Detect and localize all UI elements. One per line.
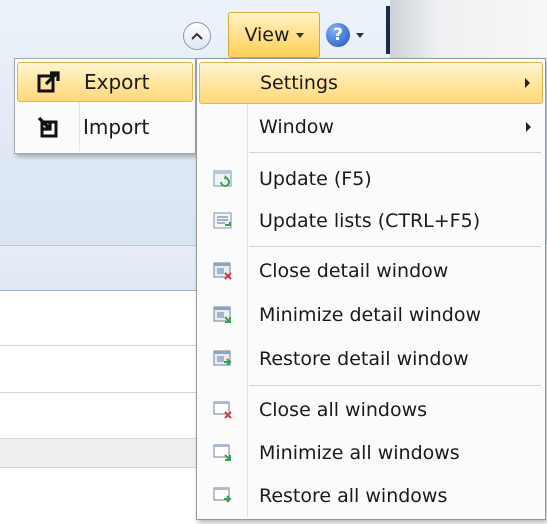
update-lists-icon: [199, 212, 247, 230]
export-icon: [18, 70, 80, 94]
menu-item-restore-all-windows[interactable]: Restore all windows: [199, 475, 543, 517]
help-icon: ?: [326, 23, 350, 47]
menu-separator: [249, 152, 541, 153]
background-toolbar-strip: [0, 245, 200, 291]
restore-detail-window-icon: [199, 350, 247, 368]
menu-item-label: Minimize detail window: [259, 304, 482, 326]
ribbon-right-area: [390, 0, 547, 62]
minimize-detail-window-icon: [199, 306, 247, 324]
menu-item-label: Settings: [260, 72, 338, 94]
settings-submenu: Export Import: [14, 58, 196, 154]
menu-item-label: Close all windows: [259, 399, 428, 421]
update-icon: [199, 170, 247, 188]
menu-item-window[interactable]: Window: [199, 106, 543, 148]
menu-item-label: Restore all windows: [259, 485, 448, 507]
menu-item-label: Close detail window: [259, 260, 449, 282]
close-detail-window-icon: [199, 262, 247, 280]
menu-item-label: Window: [259, 116, 334, 138]
minimize-all-windows-icon: [199, 444, 247, 462]
menu-item-label: Restore detail window: [259, 348, 469, 370]
menu-item-close-all-windows[interactable]: Close all windows: [199, 389, 543, 431]
menu-item-settings[interactable]: Settings: [199, 62, 543, 104]
close-all-windows-icon: [199, 401, 247, 419]
view-dropdown-menu: Settings Window Update (F5) Update lists…: [196, 58, 546, 520]
submenu-item-label: Export: [84, 70, 150, 94]
submenu-item-label: Import: [83, 115, 150, 139]
menu-item-minimize-all-windows[interactable]: Minimize all windows: [199, 432, 543, 474]
menu-item-update[interactable]: Update (F5): [199, 158, 543, 200]
import-icon: [17, 115, 79, 139]
background-row-line: [0, 392, 200, 393]
background-row-line: [0, 345, 200, 346]
menu-item-restore-detail-window[interactable]: Restore detail window: [199, 338, 543, 380]
menu-separator: [249, 246, 541, 247]
menu-item-label: Minimize all windows: [259, 442, 460, 464]
submenu-item-import[interactable]: Import: [17, 107, 193, 147]
menu-item-minimize-detail-window[interactable]: Minimize detail window: [199, 294, 543, 336]
view-menu-label: View: [244, 24, 290, 46]
help-menu-button[interactable]: ?: [326, 20, 378, 50]
menu-item-label: Update lists (CTRL+F5): [259, 210, 481, 232]
view-menu-button[interactable]: View: [228, 12, 320, 58]
chevron-down-icon: [295, 32, 304, 38]
submenu-item-export[interactable]: Export: [17, 62, 193, 102]
chevron-right-icon: [526, 122, 531, 132]
chevron-down-icon: [356, 32, 364, 38]
menu-item-close-detail-window[interactable]: Close detail window: [199, 250, 543, 292]
background-grey-band: [0, 438, 200, 468]
collapse-ribbon-button[interactable]: [183, 22, 211, 50]
menu-item-label: Update (F5): [259, 168, 372, 190]
menu-separator: [249, 385, 541, 386]
chevron-right-icon: [525, 78, 530, 88]
ribbon-divider: [386, 6, 390, 54]
restore-all-windows-icon: [199, 487, 247, 505]
menu-item-update-lists[interactable]: Update lists (CTRL+F5): [199, 200, 543, 242]
chevron-up-icon: [191, 32, 203, 40]
